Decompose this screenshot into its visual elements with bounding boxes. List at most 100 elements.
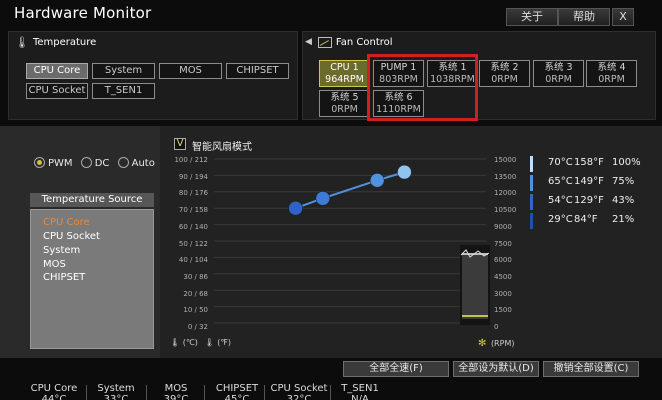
status-separator	[146, 385, 147, 400]
right-axis-tick: 7500	[494, 239, 512, 248]
pwm-label[interactable]: PWM	[48, 158, 73, 169]
legend-row: 29°C 84°F 21%	[530, 213, 650, 229]
sensor-cpu-socket-button[interactable]: CPU Socket	[26, 83, 88, 99]
sensor-cpu-core-button[interactable]: CPU Core	[26, 63, 88, 79]
fan-control-panel: ◀ Fan Control CPU 1 964RPM PUMP 1 803RPM…	[302, 31, 656, 120]
celsius-thermometer-icon: 🌡︎	[170, 338, 181, 347]
pwm-radio[interactable]: PWM	[34, 157, 73, 169]
source-item-cpu-core[interactable]: CPU Core	[43, 217, 90, 228]
dc-radio[interactable]: DC	[80, 157, 110, 169]
fan-cpu1-button[interactable]: CPU 1 964RPM	[319, 60, 370, 87]
meter-bars	[462, 253, 488, 319]
legend-percent: 21%	[612, 214, 635, 225]
temperature-panel-title: Temperature	[32, 36, 97, 48]
fan-chart-icon	[317, 36, 332, 48]
status-separator	[86, 385, 87, 400]
back-arrow-icon[interactable]: ◀	[305, 37, 312, 47]
right-axis-tick: 15000	[494, 156, 517, 164]
help-button[interactable]: 帮助	[558, 8, 610, 26]
curve-point	[288, 200, 303, 216]
right-axis-tick: 9000	[494, 222, 512, 231]
dc-label[interactable]: DC	[95, 158, 110, 169]
fan-system4-button[interactable]: 系统 4 0RPM	[586, 60, 637, 87]
sensor-chipset-button[interactable]: CHIPSET	[226, 63, 289, 79]
legend-percent: 100%	[612, 157, 641, 168]
fan-name: 系统 3	[544, 62, 573, 73]
status-name: CPU Socket	[270, 383, 328, 394]
sensor-mos-button[interactable]: MOS	[159, 63, 222, 79]
left-axis-tick: 70 / 158	[178, 206, 208, 215]
fan-rpm: 0RPM	[491, 74, 518, 85]
fan-system5-button[interactable]: 系统 5 0RPM	[319, 90, 370, 117]
legend-celsius: 54°C	[548, 195, 573, 206]
set-default-button[interactable]: 全部设为默认(D)	[453, 361, 539, 377]
status-value: 44°C	[41, 394, 67, 400]
status-separator	[264, 385, 265, 400]
left-axis-tick: 60 / 140	[178, 222, 208, 231]
legend-color-swatch	[530, 175, 533, 191]
fan-name: 系统 2	[490, 62, 519, 73]
status-item: CPU Socket 32°C	[268, 383, 330, 400]
fan-panel-header: ◀ Fan Control	[303, 32, 655, 52]
fan-rpm: 0RPM	[331, 104, 358, 115]
highlight-box	[367, 54, 478, 121]
fan-system2-button[interactable]: 系统 2 0RPM	[479, 60, 530, 87]
legend-percent: 75%	[612, 176, 635, 187]
left-axis-tick: 0 / 32	[187, 323, 208, 331]
right-axis-tick: 6000	[494, 256, 512, 265]
fan-rpm: 0RPM	[598, 74, 625, 85]
left-axis-tick: 50 / 122	[178, 239, 208, 248]
fan-system3-button[interactable]: 系统 3 0RPM	[533, 60, 584, 87]
auto-label[interactable]: Auto	[132, 158, 155, 169]
legend-fahrenheit: 149°F	[574, 176, 604, 187]
fahrenheit-unit: (℉)	[217, 338, 232, 347]
radio-auto-indicator[interactable]	[117, 157, 129, 168]
source-item-chipset[interactable]: CHIPSET	[43, 272, 85, 283]
left-axis-tick: 100 / 212	[174, 156, 208, 164]
source-item-mos[interactable]: MOS	[43, 259, 66, 270]
fan-name: 系统 4	[597, 62, 626, 73]
auto-radio[interactable]: Auto	[117, 157, 155, 169]
full-speed-button[interactable]: 全部全速(F)	[343, 361, 449, 377]
status-item: CPU Core 44°C	[24, 383, 84, 400]
status-value: 32°C	[286, 394, 312, 400]
right-axis-tick: 1500	[494, 306, 512, 315]
left-axis-tick: 30 / 86	[183, 272, 208, 281]
temperature-panel-header: 🌡︎ Temperature	[9, 32, 297, 52]
left-axis-tick: 90 / 194	[178, 172, 208, 181]
undo-all-button[interactable]: 撤销全部设置(C)	[543, 361, 639, 377]
left-axis-tick: 20 / 68	[183, 289, 208, 298]
legend-fahrenheit: 84°F	[574, 214, 598, 225]
sensor-system-button[interactable]: System	[92, 63, 155, 79]
about-button[interactable]: 关于	[506, 8, 558, 26]
temperature-panel: 🌡︎ Temperature CPU Core System MOS CHIPS…	[8, 31, 298, 120]
curve-point	[397, 164, 412, 180]
source-item-system[interactable]: System	[43, 245, 80, 256]
status-item: T_SEN1 N/A	[334, 383, 386, 400]
right-axis-tick: 10500	[494, 206, 517, 215]
right-axis-tick: 13500	[494, 172, 517, 181]
status-value: 39°C	[163, 394, 189, 400]
status-value: 45°C	[224, 394, 250, 400]
status-name: MOS	[164, 383, 188, 394]
fan-curve-line	[295, 171, 405, 210]
radio-dc-indicator[interactable]	[80, 157, 92, 168]
rpm-unit: (RPM)	[490, 339, 515, 348]
temperature-source-list[interactable]: CPU Core CPU Socket System MOS CHIPSET	[30, 209, 154, 349]
radio-pwm-indicator[interactable]	[34, 157, 45, 168]
right-axis-tick: 0	[494, 323, 499, 331]
curve-point	[369, 173, 385, 188]
fan-curve-chart[interactable]	[214, 155, 486, 331]
sensor-tsen1-button[interactable]: T_SEN1	[92, 83, 155, 99]
status-value: 33°C	[103, 394, 129, 400]
legend-color-swatch	[530, 156, 533, 172]
source-item-cpu-socket[interactable]: CPU Socket	[43, 231, 100, 242]
smart-fan-checkbox[interactable]: V	[174, 138, 186, 150]
window-title: Hardware Monitor	[14, 4, 152, 22]
left-axis-tick: 10 / 50	[183, 306, 208, 315]
fan-icon: ✻	[478, 338, 487, 349]
status-name: CPU Core	[30, 383, 78, 394]
close-button[interactable]: X	[612, 8, 634, 26]
legend-row: 70°C 158°F 100%	[530, 156, 650, 172]
legend-celsius: 29°C	[548, 214, 573, 225]
